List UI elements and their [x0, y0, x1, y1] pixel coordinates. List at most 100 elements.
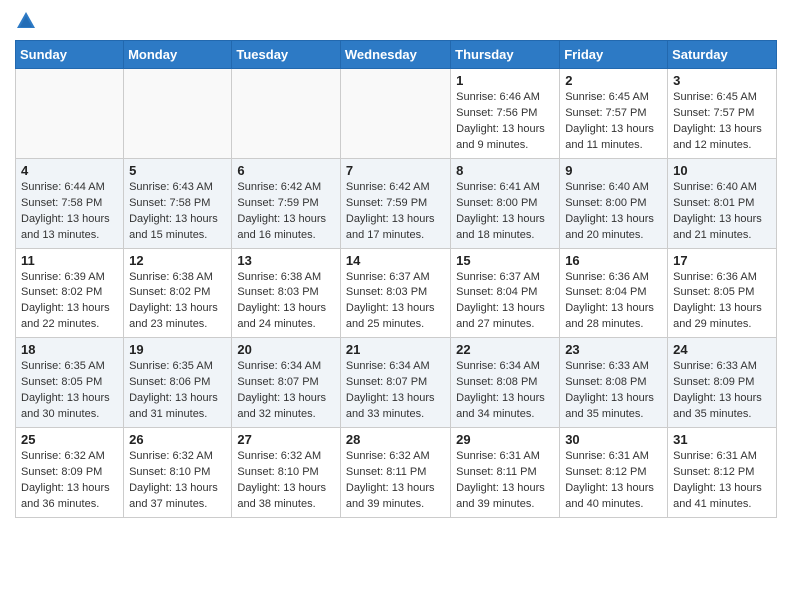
- day-info: Sunrise: 6:39 AMSunset: 8:02 PMDaylight:…: [21, 270, 118, 334]
- table-row: 22Sunrise: 6:34 AMSunset: 8:08 PMDayligh…: [451, 338, 560, 428]
- day-info: Sunrise: 6:31 AMSunset: 8:12 PMDaylight:…: [565, 449, 662, 513]
- day-number: 29: [456, 432, 554, 447]
- table-row: 9 Sunrise: 6:40 AMSunset: 8:00 PMDaylight…: [560, 158, 668, 248]
- calendar-week-row: 4 Sunrise: 6:44 AMSunset: 7:58 PMDaylight…: [16, 158, 777, 248]
- table-row: 27 Sunrise: 6:32 AMSunset: 8:10 PMDayligh…: [232, 428, 341, 518]
- table-row: [232, 69, 341, 159]
- table-row: 20Sunrise: 6:34 AMSunset: 8:07 PMDayligh…: [232, 338, 341, 428]
- weekday-header-thursday: Thursday: [451, 41, 560, 69]
- day-number: 6: [237, 163, 335, 178]
- weekday-header-wednesday: Wednesday: [340, 41, 450, 69]
- day-number: 7: [346, 163, 445, 178]
- day-info: Sunrise: 6:40 AMSunset: 8:01 PMDaylight:…: [673, 180, 771, 244]
- table-row: 10 Sunrise: 6:40 AMSunset: 8:01 PMDayligh…: [668, 158, 777, 248]
- day-number: 21: [346, 342, 445, 357]
- day-number: 16: [565, 253, 662, 268]
- table-row: [124, 69, 232, 159]
- day-number: 18: [21, 342, 118, 357]
- day-info: Sunrise: 6:34 AMSunset: 8:07 PMDaylight:…: [346, 359, 445, 423]
- table-row: 1 Sunrise: 6:46 AMSunset: 7:56 PMDaylight…: [451, 69, 560, 159]
- day-number: 25: [21, 432, 118, 447]
- day-number: 26: [129, 432, 226, 447]
- day-number: 2: [565, 73, 662, 88]
- table-row: 26 Sunrise: 6:32 AMSunset: 8:10 PMDayligh…: [124, 428, 232, 518]
- table-row: 7Sunrise: 6:42 AMSunset: 7:59 PMDaylight…: [340, 158, 450, 248]
- table-row: 17 Sunrise: 6:36 AMSunset: 8:05 PMDayligh…: [668, 248, 777, 338]
- table-row: 29Sunrise: 6:31 AMSunset: 8:11 PMDayligh…: [451, 428, 560, 518]
- day-number: 24: [673, 342, 771, 357]
- day-info: Sunrise: 6:38 AMSunset: 8:02 PMDaylight:…: [129, 270, 226, 334]
- table-row: 21 Sunrise: 6:34 AMSunset: 8:07 PMDayligh…: [340, 338, 450, 428]
- calendar-week-row: 25 Sunrise: 6:32 AMSunset: 8:09 PMDayligh…: [16, 428, 777, 518]
- weekday-header-friday: Friday: [560, 41, 668, 69]
- table-row: 25 Sunrise: 6:32 AMSunset: 8:09 PMDayligh…: [16, 428, 124, 518]
- day-number: 5: [129, 163, 226, 178]
- day-info: Sunrise: 6:45 AMSunset: 7:57 PMDaylight:…: [565, 90, 662, 154]
- day-info: Sunrise: 6:44 AMSunset: 7:58 PMDaylight:…: [21, 180, 118, 244]
- day-number: 27: [237, 432, 335, 447]
- table-row: 31 Sunrise: 6:31 AMSunset: 8:12 PMDayligh…: [668, 428, 777, 518]
- table-row: 28 Sunrise: 6:32 AMSunset: 8:11 PMDayligh…: [340, 428, 450, 518]
- day-info: Sunrise: 6:46 AMSunset: 7:56 PMDaylight:…: [456, 90, 554, 154]
- day-info: Sunrise: 6:40 AMSunset: 8:00 PMDaylight:…: [565, 180, 662, 244]
- day-info: Sunrise: 6:35 AMSunset: 8:05 PMDaylight:…: [21, 359, 118, 423]
- day-info: Sunrise: 6:36 AMSunset: 8:04 PMDaylight:…: [565, 270, 662, 334]
- day-info: Sunrise: 6:41 AMSunset: 8:00 PMDaylight:…: [456, 180, 554, 244]
- day-info: Sunrise: 6:38 AMSunset: 8:03 PMDaylight:…: [237, 270, 335, 334]
- table-row: 23 Sunrise: 6:33 AMSunset: 8:08 PMDayligh…: [560, 338, 668, 428]
- day-info: Sunrise: 6:35 AMSunset: 8:06 PMDaylight:…: [129, 359, 226, 423]
- day-number: 22: [456, 342, 554, 357]
- day-info: Sunrise: 6:32 AMSunset: 8:09 PMDaylight:…: [21, 449, 118, 513]
- day-info: Sunrise: 6:32 AMSunset: 8:11 PMDaylight:…: [346, 449, 445, 513]
- day-number: 30: [565, 432, 662, 447]
- day-number: 4: [21, 163, 118, 178]
- table-row: 13 Sunrise: 6:38 AMSunset: 8:03 PMDayligh…: [232, 248, 341, 338]
- calendar-week-row: 18 Sunrise: 6:35 AMSunset: 8:05 PMDayligh…: [16, 338, 777, 428]
- weekday-header-saturday: Saturday: [668, 41, 777, 69]
- table-row: 11 Sunrise: 6:39 AMSunset: 8:02 PMDayligh…: [16, 248, 124, 338]
- table-row: 14 Sunrise: 6:37 AMSunset: 8:03 PMDayligh…: [340, 248, 450, 338]
- day-number: 19: [129, 342, 226, 357]
- table-row: 5 Sunrise: 6:43 AMSunset: 7:58 PMDaylight…: [124, 158, 232, 248]
- day-number: 17: [673, 253, 771, 268]
- day-info: Sunrise: 6:32 AMSunset: 8:10 PMDaylight:…: [237, 449, 335, 513]
- table-row: 15Sunrise: 6:37 AMSunset: 8:04 PMDayligh…: [451, 248, 560, 338]
- table-row: 2 Sunrise: 6:45 AMSunset: 7:57 PMDaylight…: [560, 69, 668, 159]
- day-info: Sunrise: 6:42 AMSunset: 7:59 PMDaylight:…: [237, 180, 335, 244]
- day-number: 1: [456, 73, 554, 88]
- table-row: 24Sunrise: 6:33 AMSunset: 8:09 PMDayligh…: [668, 338, 777, 428]
- day-number: 28: [346, 432, 445, 447]
- calendar-week-row: 11 Sunrise: 6:39 AMSunset: 8:02 PMDayligh…: [16, 248, 777, 338]
- day-number: 14: [346, 253, 445, 268]
- table-row: 30 Sunrise: 6:31 AMSunset: 8:12 PMDayligh…: [560, 428, 668, 518]
- table-row: 4 Sunrise: 6:44 AMSunset: 7:58 PMDaylight…: [16, 158, 124, 248]
- logo: [15, 10, 41, 32]
- day-number: 8: [456, 163, 554, 178]
- day-info: Sunrise: 6:37 AMSunset: 8:04 PMDaylight:…: [456, 270, 554, 334]
- page: SundayMondayTuesdayWednesdayThursdayFrid…: [0, 0, 792, 528]
- weekday-header-sunday: Sunday: [16, 41, 124, 69]
- table-row: 19 Sunrise: 6:35 AMSunset: 8:06 PMDayligh…: [124, 338, 232, 428]
- day-number: 13: [237, 253, 335, 268]
- table-row: 18 Sunrise: 6:35 AMSunset: 8:05 PMDayligh…: [16, 338, 124, 428]
- header: [15, 10, 777, 32]
- day-info: Sunrise: 6:32 AMSunset: 8:10 PMDaylight:…: [129, 449, 226, 513]
- day-info: Sunrise: 6:43 AMSunset: 7:58 PMDaylight:…: [129, 180, 226, 244]
- day-number: 31: [673, 432, 771, 447]
- day-info: Sunrise: 6:37 AMSunset: 8:03 PMDaylight:…: [346, 270, 445, 334]
- day-info: Sunrise: 6:36 AMSunset: 8:05 PMDaylight:…: [673, 270, 771, 334]
- table-row: 6 Sunrise: 6:42 AMSunset: 7:59 PMDaylight…: [232, 158, 341, 248]
- table-row: 12Sunrise: 6:38 AMSunset: 8:02 PMDayligh…: [124, 248, 232, 338]
- day-number: 10: [673, 163, 771, 178]
- day-number: 23: [565, 342, 662, 357]
- day-info: Sunrise: 6:33 AMSunset: 8:08 PMDaylight:…: [565, 359, 662, 423]
- day-info: Sunrise: 6:45 AMSunset: 7:57 PMDaylight:…: [673, 90, 771, 154]
- weekday-header-row: SundayMondayTuesdayWednesdayThursdayFrid…: [16, 41, 777, 69]
- table-row: [340, 69, 450, 159]
- weekday-header-monday: Monday: [124, 41, 232, 69]
- table-row: 8 Sunrise: 6:41 AMSunset: 8:00 PMDaylight…: [451, 158, 560, 248]
- day-number: 11: [21, 253, 118, 268]
- calendar-week-row: 1 Sunrise: 6:46 AMSunset: 7:56 PMDaylight…: [16, 69, 777, 159]
- day-info: Sunrise: 6:31 AMSunset: 8:12 PMDaylight:…: [673, 449, 771, 513]
- day-number: 9: [565, 163, 662, 178]
